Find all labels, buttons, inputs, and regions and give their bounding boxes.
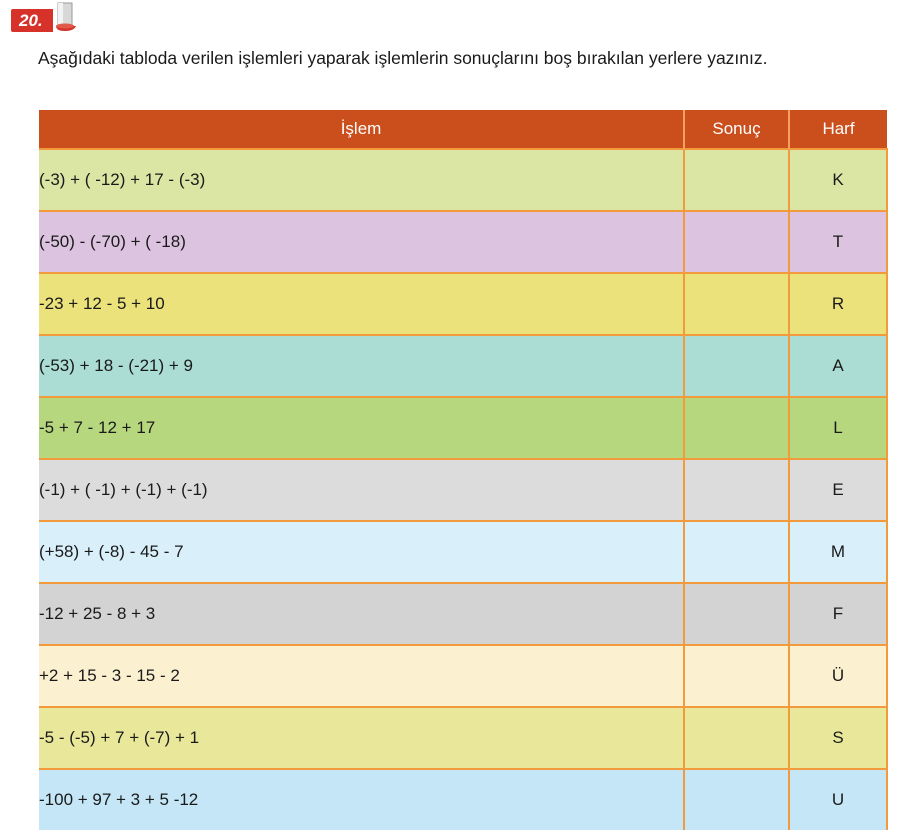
operation-cell: (-1) + ( -1) + (-1) + (-1) (39, 458, 685, 521)
letter-cell: S (789, 706, 888, 769)
result-answer-cell[interactable] (684, 396, 790, 459)
operation-cell: (-53) + 18 - (-21) + 9 (39, 334, 685, 397)
table-row: -5 - (-5) + 7 + (-7) + 1 S (39, 706, 888, 769)
operation-cell: -23 + 12 - 5 + 10 (39, 272, 685, 335)
letter-cell: E (789, 458, 888, 521)
result-answer-cell[interactable] (684, 458, 790, 521)
table-row: (+58) + (-8) - 45 - 7 M (39, 520, 888, 583)
operation-cell: -5 + 7 - 12 + 17 (39, 396, 685, 459)
table-header-row: İşlem Sonuç Harf (39, 110, 887, 149)
table-row: -23 + 12 - 5 + 10 R (39, 272, 888, 335)
table-row: (-53) + 18 - (-21) + 9 A (39, 334, 888, 397)
header-operation: İşlem (39, 110, 685, 149)
result-answer-cell[interactable] (684, 644, 790, 707)
result-answer-cell[interactable] (684, 272, 790, 335)
letter-cell: A (789, 334, 888, 397)
header-result: Sonuç (684, 110, 790, 149)
operation-cell: (-50) - (-70) + ( -18) (39, 210, 685, 273)
operation-cell: -12 + 25 - 8 + 3 (39, 582, 685, 645)
table-row: (-1) + ( -1) + (-1) + (-1) E (39, 458, 888, 521)
result-answer-cell[interactable] (684, 148, 790, 211)
header-letter: Harf (789, 110, 887, 149)
letter-cell: U (789, 768, 888, 830)
letter-cell: L (789, 396, 888, 459)
table-body: (-3) + ( -12) + 17 - (-3) K (-50) - (-70) … (39, 148, 888, 830)
table-row: -100 + 97 + 3 + 5 -12 U (39, 768, 888, 830)
operation-cell: +2 + 15 - 3 - 15 - 2 (39, 644, 685, 707)
letter-cell: M (789, 520, 888, 583)
letter-cell: F (789, 582, 888, 645)
letter-cell: T (789, 210, 888, 273)
operations-table: İşlem Sonuç Harf (-3) + ( -12) + 17 - (-… (39, 110, 888, 830)
result-answer-cell[interactable] (684, 334, 790, 397)
operation-cell: -5 - (-5) + 7 + (-7) + 1 (39, 706, 685, 769)
result-answer-cell[interactable] (684, 768, 790, 830)
scroll-icon (56, 2, 76, 31)
letter-cell: R (789, 272, 888, 335)
question-prompt: Aşağıdaki tabloda verilen işlemleri yapa… (38, 48, 768, 68)
result-answer-cell[interactable] (684, 210, 790, 273)
question-number-badge: 20. (11, 9, 53, 32)
operation-cell: -100 + 97 + 3 + 5 -12 (39, 768, 685, 830)
table-row: +2 + 15 - 3 - 15 - 2 Ü (39, 644, 888, 707)
letter-cell: K (789, 148, 888, 211)
result-answer-cell[interactable] (684, 520, 790, 583)
result-answer-cell[interactable] (684, 582, 790, 645)
table-row: (-50) - (-70) + ( -18) T (39, 210, 888, 273)
result-answer-cell[interactable] (684, 706, 790, 769)
operation-cell: (-3) + ( -12) + 17 - (-3) (39, 148, 685, 211)
operation-cell: (+58) + (-8) - 45 - 7 (39, 520, 685, 583)
letter-cell: Ü (789, 644, 888, 707)
table-row: -5 + 7 - 12 + 17 L (39, 396, 888, 459)
table-row: -12 + 25 - 8 + 3 F (39, 582, 888, 645)
table-row: (-3) + ( -12) + 17 - (-3) K (39, 148, 888, 211)
